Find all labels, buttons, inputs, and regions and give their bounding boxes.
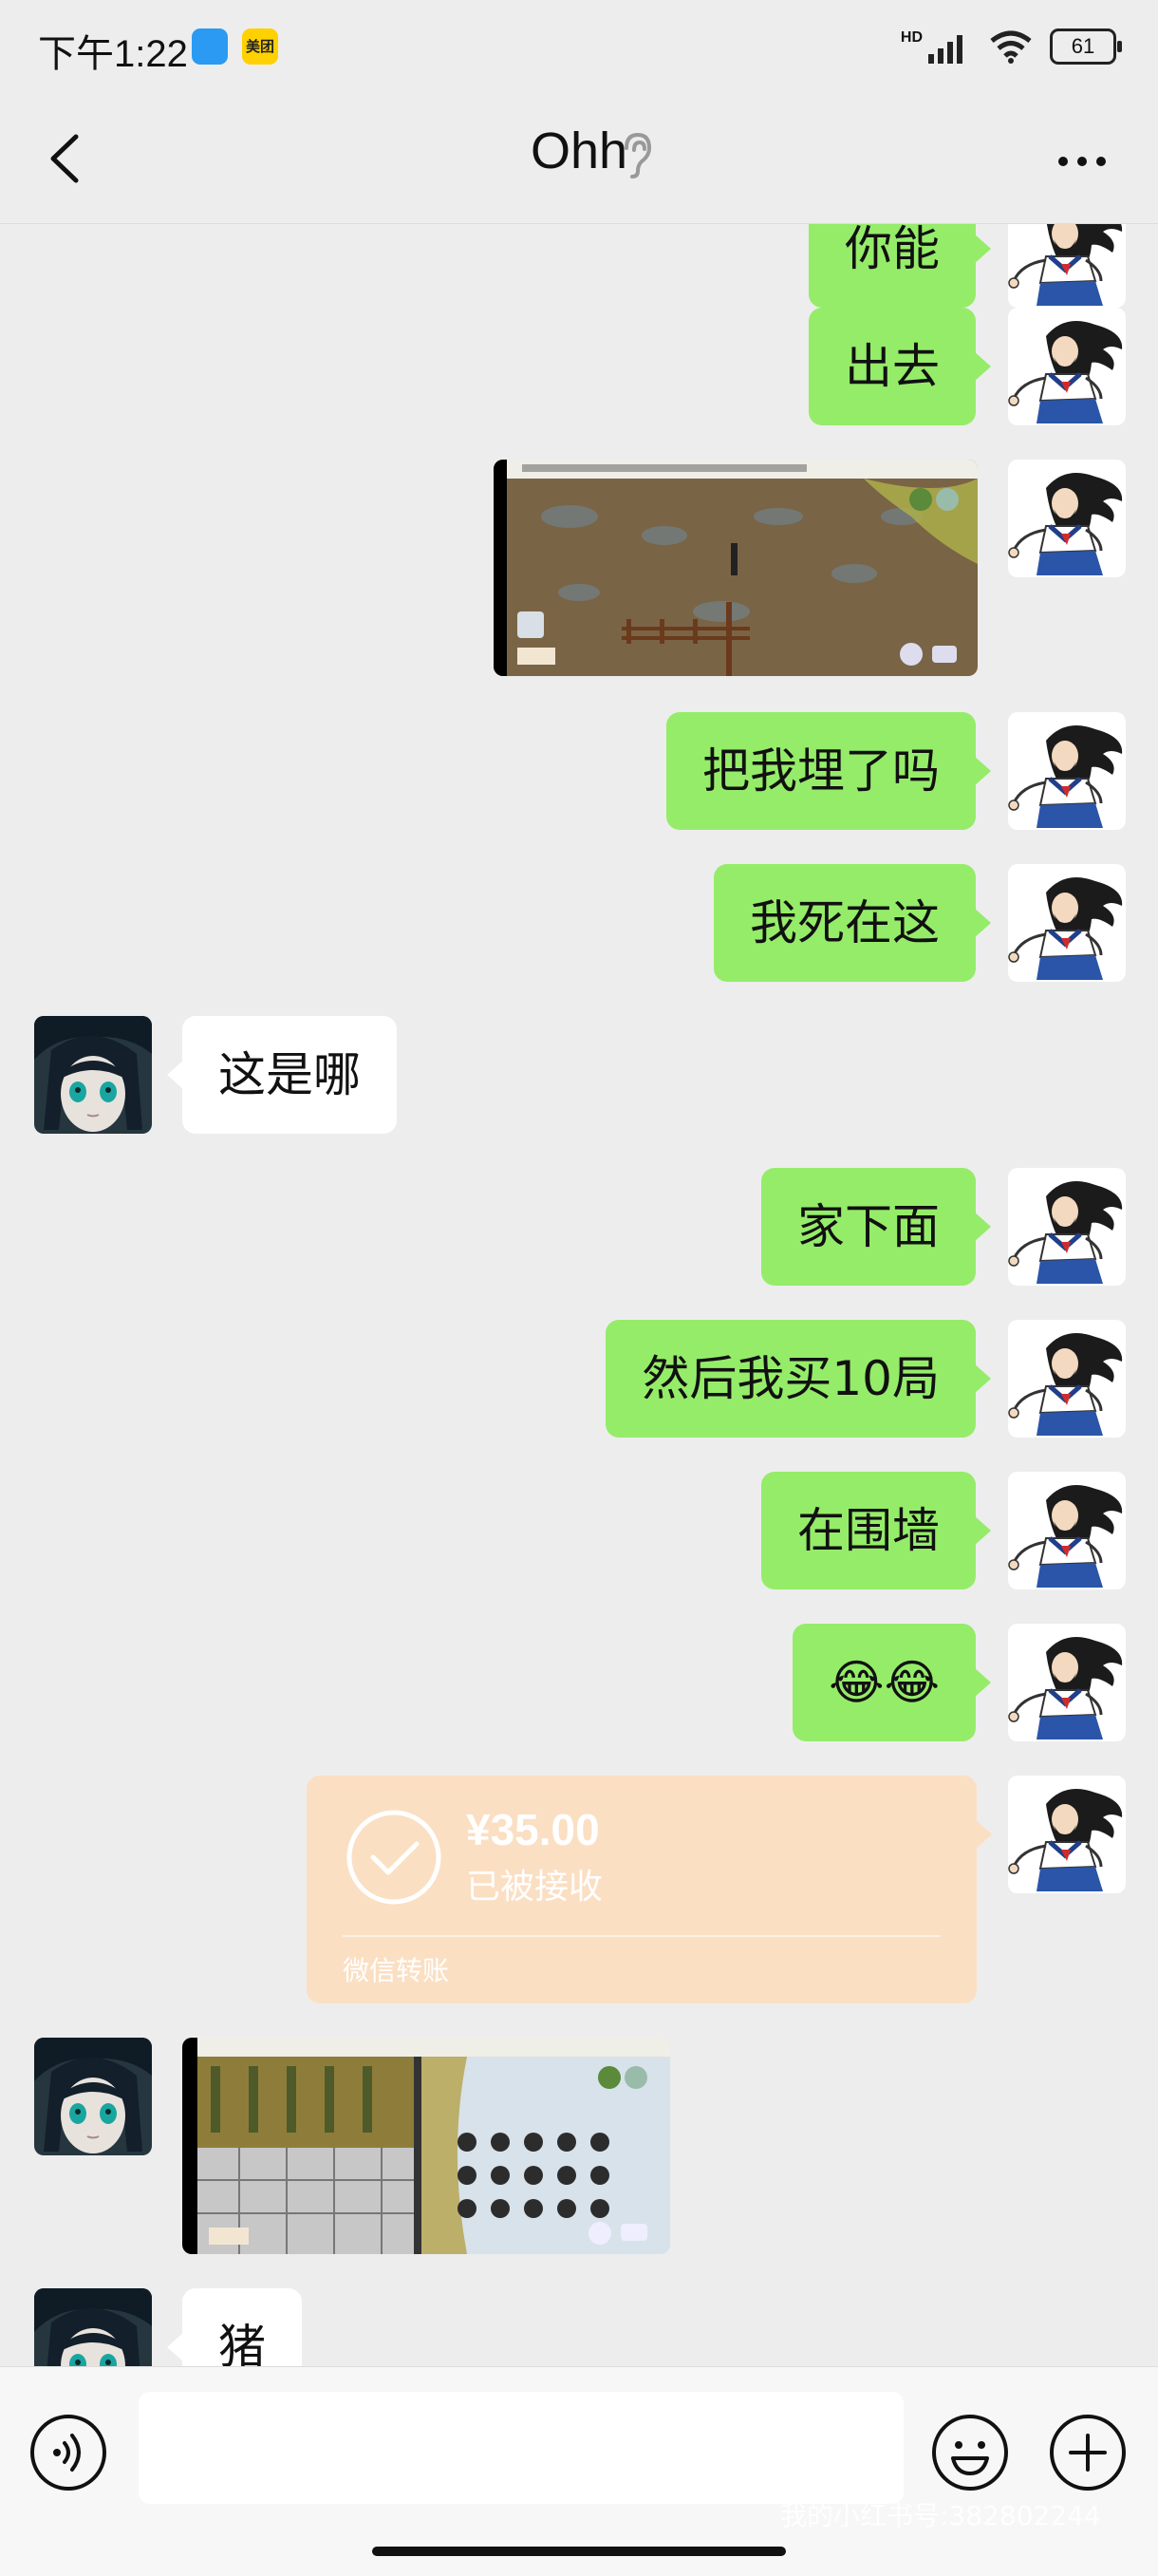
message-bubble-sent[interactable]: 在围墙 — [761, 1472, 991, 1589]
message-bubble-sent[interactable]: 家下面 — [761, 1168, 991, 1286]
emoji-button[interactable] — [930, 2413, 1010, 2492]
message-bubble-received[interactable]: 猪 — [167, 2288, 302, 2366]
my-avatar[interactable] — [1008, 1776, 1126, 1893]
battery-icon: 61 — [1050, 28, 1122, 65]
transfer-amount: ¥35.00 — [466, 1805, 600, 1854]
transfer-status: 已被接收 — [466, 1868, 604, 1907]
my-avatar[interactable] — [1008, 460, 1126, 577]
contact-avatar[interactable] — [34, 2288, 152, 2366]
voice-input-button[interactable] — [28, 2413, 108, 2492]
wifi-icon — [990, 30, 1032, 64]
message-bubble-received[interactable]: 这是哪 — [167, 1016, 397, 1134]
message-bubble-sent[interactable]: 你能 — [809, 224, 991, 308]
image-message-sent[interactable] — [494, 460, 978, 676]
my-avatar[interactable] — [1008, 864, 1126, 982]
input-bar — [0, 2366, 1158, 2576]
transfer-card[interactable]: ¥35.00 已被接收 微信转账 — [307, 1776, 992, 2003]
message-input[interactable] — [139, 2392, 904, 2504]
chat-header: Ohh — [0, 95, 1158, 224]
my-avatar[interactable] — [1008, 1624, 1126, 1741]
my-avatar[interactable] — [1008, 712, 1126, 830]
game-screenshot-image — [182, 2038, 670, 2254]
contact-avatar[interactable] — [34, 2038, 152, 2155]
meituan-app-icon: 美团 — [242, 28, 278, 65]
message-list[interactable]: 你能 出去 把我埋了吗 我死在这 这是哪 家下面 然后我买10局 在围墙 😂😂 … — [0, 224, 1158, 2366]
message-bubble-sent[interactable]: 把我埋了吗 — [666, 712, 991, 830]
status-indicators: HD 61 — [900, 28, 1122, 65]
more-options-button[interactable] — [1044, 133, 1120, 190]
my-avatar[interactable] — [1008, 224, 1126, 308]
my-avatar[interactable] — [1008, 308, 1126, 425]
message-bubble-sent[interactable]: 出去 — [809, 308, 991, 425]
transfer-label: 微信转账 — [343, 1955, 450, 1986]
signal-icon — [928, 35, 962, 64]
divider — [343, 1935, 941, 1937]
watermark-text: 我的小红书号:382802244 — [780, 2500, 1101, 2531]
chat-title: Ohh — [530, 122, 628, 179]
status-bar: 下午1:22 美团 HD 61 — [0, 0, 1158, 95]
earpiece-mode-icon — [625, 132, 652, 179]
message-bubble-sent[interactable]: 然后我买10局 — [606, 1320, 991, 1438]
status-time: 下午1:22 — [38, 33, 188, 75]
more-functions-button[interactable] — [1048, 2413, 1128, 2492]
home-indicator[interactable] — [372, 2547, 786, 2556]
my-avatar[interactable] — [1008, 1168, 1126, 1286]
game-screenshot-image — [494, 460, 978, 676]
image-message-received[interactable] — [182, 2038, 670, 2254]
message-app-icon — [192, 28, 228, 65]
message-bubble-sent[interactable]: 我死在这 — [714, 864, 991, 982]
my-avatar[interactable] — [1008, 1472, 1126, 1589]
check-circle-icon — [346, 1810, 441, 1905]
message-bubble-sent[interactable]: 😂😂 — [793, 1624, 991, 1741]
hd-label: HD — [900, 29, 923, 46]
more-dots-icon — [1058, 157, 1106, 166]
my-avatar[interactable] — [1008, 1320, 1126, 1438]
contact-avatar[interactable] — [34, 1016, 152, 1134]
